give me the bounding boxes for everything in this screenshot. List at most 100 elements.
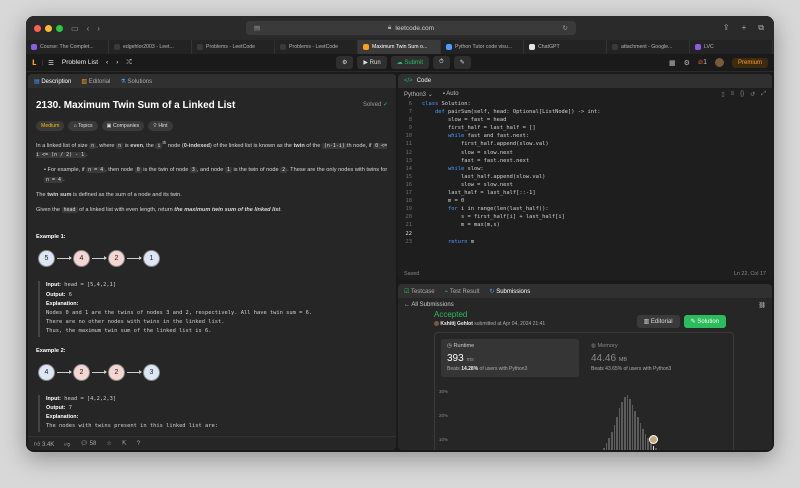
editorial-button[interactable]: ▥ Editorial <box>636 315 680 328</box>
reload-icon[interactable]: ↻ <box>563 24 568 32</box>
new-tab-icon[interactable]: + <box>742 23 747 33</box>
beats-suffix: of users with Python3 <box>478 366 528 372</box>
browser-tab[interactable]: attachment - Google... <box>607 40 690 54</box>
maximize-window-button[interactable] <box>56 24 63 32</box>
runtime-card[interactable]: ◷ Runtime 393 ms Beats 14.28% of users w… <box>441 339 579 377</box>
close-window-button[interactable] <box>34 24 41 32</box>
problem-list-link[interactable]: Problem List <box>62 59 98 66</box>
problem-title[interactable]: 2130. Maximum Twin Sum of a Linked List <box>36 98 235 115</box>
submit-button[interactable]: ☁ Submit <box>390 56 430 69</box>
language-select[interactable]: Python3 ⌄ <box>404 91 433 98</box>
all-submissions-link[interactable]: ← All Submissions <box>404 302 454 309</box>
address-bar[interactable]: ▤ 🔒︎ leetcode.com ↻ <box>246 21 576 35</box>
star-icon[interactable]: ☆ <box>106 440 111 447</box>
topics-pill[interactable]: ⌂ Topics <box>68 120 98 132</box>
memory-label: Memory <box>597 343 618 349</box>
link-icon[interactable]: ⛓ <box>758 302 766 309</box>
runtime-histogram[interactable]: 30%20%10%0% <box>435 385 733 450</box>
example-output: Output: 7 <box>46 404 388 413</box>
code-line: 8 slow = fast = head <box>398 116 772 124</box>
browser-tab[interactable]: LVC <box>690 40 773 54</box>
browser-tab-label: Python Tutor code visu... <box>455 44 513 50</box>
browser-tab-label: edgehlor2003 - Leet... <box>123 44 174 50</box>
debug-button[interactable]: ⚙ <box>336 56 354 69</box>
reset-icon[interactable]: ↺ <box>750 91 755 98</box>
explanation-label: Explanation: <box>46 413 388 422</box>
description-panel: ▤ Description ▥ Editorial ⚗ Solutions 21… <box>28 74 396 450</box>
streak-value: 1 <box>703 58 707 66</box>
prev-problem-icon[interactable]: ‹ <box>106 59 108 66</box>
tab-editorial[interactable]: ▥ Editorial <box>81 78 110 85</box>
minimize-window-button[interactable] <box>45 24 52 32</box>
browser-tab[interactable]: Maximum Twin Sum o... <box>358 40 441 54</box>
leetcode-logo-icon[interactable]: ʟ <box>32 57 37 68</box>
solution-button[interactable]: ✎ Solution <box>683 315 726 328</box>
browser-tab[interactable]: Problems - LeetCode <box>192 40 275 54</box>
companies-pill[interactable]: ▣ Companies <box>101 120 145 132</box>
url-text: leetcode.com <box>395 24 435 32</box>
tab-testcase[interactable]: ☑ Testcase <box>404 288 435 295</box>
code-editor[interactable]: 6 class Solution: 7 def pairSum(self, head… <box>398 100 772 246</box>
runtime-label: Runtime <box>453 343 475 349</box>
tab-overview-icon[interactable]: ⧉ <box>758 23 764 33</box>
browser-tab[interactable]: Python Tutor code visu... <box>441 40 524 54</box>
timer-icon[interactable]: ⏱ <box>433 56 450 69</box>
sidebar-toggle-icon[interactable]: ▭ <box>71 24 79 33</box>
input-value: head = [5,4,2,1] <box>60 282 117 289</box>
tab-submissions[interactable]: ↻ Submissions <box>490 288 531 295</box>
memory-beats: Beats 43.65% of users with Python3 <box>591 366 672 372</box>
premium-button[interactable]: Premium <box>731 57 768 68</box>
shuffle-icon[interactable]: ⤮ <box>126 59 131 67</box>
leetcode-navbar: ʟ | ☰ Problem List ‹ › ⤮ ⚙ ▶ Run ☁ Submi… <box>26 54 774 72</box>
problem-header: 2130. Maximum Twin Sum of a Linked List … <box>36 98 388 115</box>
fullscreen-icon[interactable]: ⤢ <box>761 91 766 98</box>
hint-pill[interactable]: 💡︎ Hint <box>148 120 173 132</box>
histogram-bar <box>644 433 647 450</box>
line-number: 17 <box>405 190 413 197</box>
next-problem-icon[interactable]: › <box>116 59 118 66</box>
dislike-icon[interactable]: 👎︎ <box>64 440 70 448</box>
browser-tab[interactable]: Course: The Complet... <box>26 40 109 54</box>
runtime-label-row: ◷ Runtime <box>447 343 475 349</box>
code-text: last_half = last_half[::-1] <box>447 190 536 197</box>
like-button[interactable]: 👍︎ 3.4K <box>34 440 54 448</box>
help-icon[interactable]: ? <box>137 441 140 447</box>
browser-tab[interactable]: edgehlor2003 - Leet... <box>109 40 192 54</box>
problem-description: 2130. Maximum Twin Sum of a Linked List … <box>28 88 396 442</box>
streak-counter[interactable]: 🔥︎1 <box>698 59 707 67</box>
user-position-marker[interactable] <box>648 434 658 444</box>
tab-test-result[interactable]: ⌁ Test Result <box>445 288 480 295</box>
submitter-name[interactable]: Kshitij Gehlot <box>440 321 473 327</box>
bookmark-icon[interactable]: ▯ <box>721 91 724 98</box>
memory-card[interactable]: ◍ Memory 44.46 MB Beats 43.65% of users … <box>585 339 723 377</box>
browser-tab[interactable]: Problems - LeetCode <box>275 40 358 54</box>
run-button[interactable]: ▶ Run <box>357 56 387 69</box>
code-keyword: def <box>434 109 448 116</box>
comments-button[interactable]: 💬︎ 58 <box>80 440 96 447</box>
auto-toggle[interactable]: ▪ Auto <box>443 91 459 97</box>
code-text: slow = fast = head <box>447 117 507 124</box>
check-circle-icon: ✓ <box>382 102 388 109</box>
tab-description[interactable]: ▤ Description <box>34 78 71 85</box>
layout-icon[interactable]: ▦ <box>669 59 676 67</box>
favicon-icon <box>31 44 37 50</box>
settings-icon[interactable]: ⚙ <box>684 59 690 67</box>
share-icon[interactable]: ⇱ <box>122 440 127 447</box>
browser-tab-label: ChatGPT <box>538 44 560 50</box>
forward-icon[interactable]: › <box>97 24 100 33</box>
avatar[interactable] <box>714 58 724 67</box>
browser-tab[interactable]: ChatGPT <box>524 40 607 54</box>
explanation-line: Thus, the maximum twin sum of the linked… <box>46 328 212 335</box>
back-icon[interactable]: ‹ <box>87 24 90 33</box>
tab-solutions[interactable]: ⚗ Solutions <box>120 78 152 85</box>
braces-icon[interactable]: {} <box>740 91 744 98</box>
saved-status: Saved <box>404 271 420 277</box>
format-icon[interactable]: ≡ <box>731 91 735 98</box>
tab-submissions-label: Submissions <box>496 288 531 295</box>
share-icon[interactable]: ⇪ <box>723 23 730 33</box>
histogram-bar <box>634 410 636 450</box>
notes-icon[interactable]: ✎ <box>453 56 471 69</box>
description-tabs: ▤ Description ▥ Editorial ⚗ Solutions <box>28 74 396 88</box>
submission-result: Accepted Kshitij Gehlot submitted at Apr… <box>434 310 545 327</box>
all-submissions-label: All Submissions <box>411 302 454 308</box>
